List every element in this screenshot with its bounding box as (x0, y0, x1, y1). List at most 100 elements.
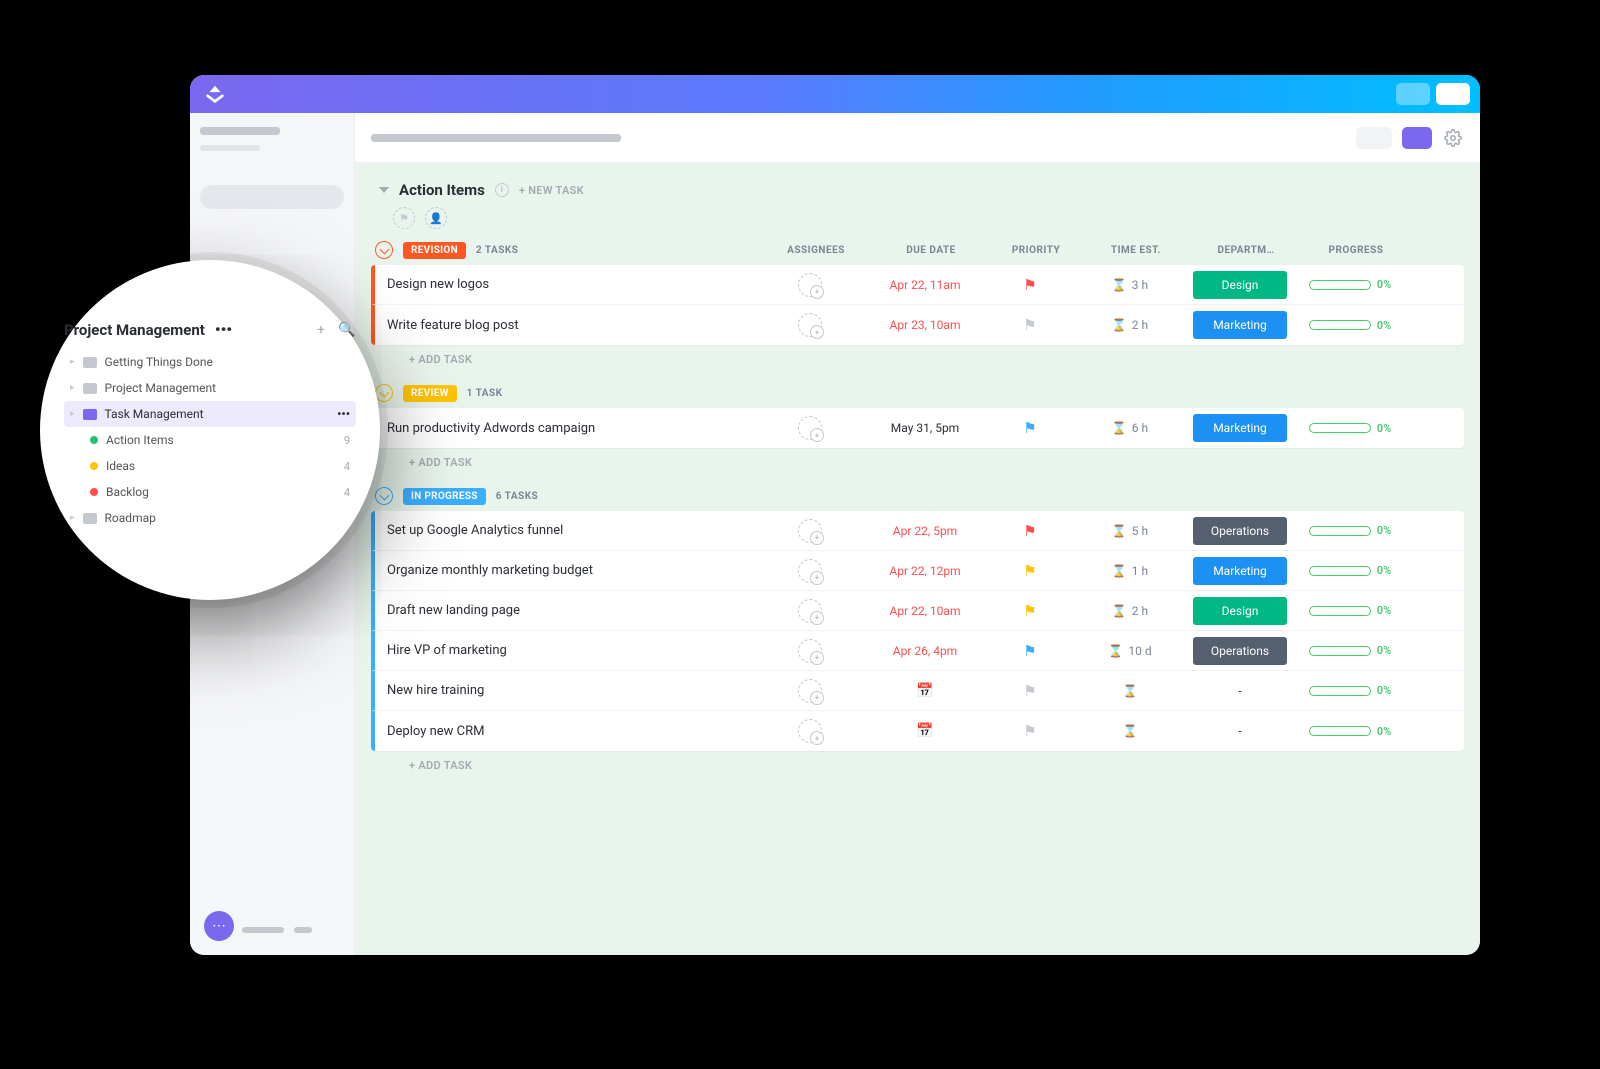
task-row[interactable]: Draft new landing pageApr 22, 10am⚑⌛2 hD… (371, 591, 1464, 631)
due-date[interactable]: 📅 (865, 683, 985, 699)
progress-pill[interactable]: 0% (1295, 524, 1405, 537)
list-item[interactable]: Backlog4 (64, 479, 356, 505)
priority-flag-icon[interactable]: ⚑ (985, 722, 1075, 740)
progress-pill[interactable]: 0% (1295, 725, 1405, 738)
assignee-add-icon[interactable] (798, 313, 822, 337)
status-chip[interactable]: REVIEW (403, 385, 457, 402)
progress-pill[interactable]: 0% (1295, 684, 1405, 697)
department-badge[interactable]: Marketing (1185, 557, 1295, 585)
group-toggle-icon[interactable] (375, 487, 393, 505)
flag-placeholder-icon[interactable]: ⚑ (393, 207, 415, 229)
priority-flag-icon[interactable]: ⚑ (985, 642, 1075, 660)
status-chip[interactable]: REVISION (403, 242, 466, 259)
due-date[interactable]: Apr 26, 4pm (865, 644, 985, 658)
department-badge[interactable]: - (1185, 717, 1295, 745)
time-estimate[interactable]: ⌛6 h (1075, 421, 1185, 435)
assignee-add-icon[interactable] (798, 599, 822, 623)
priority-flag-icon[interactable]: ⚑ (985, 602, 1075, 620)
time-estimate[interactable]: ⌛1 h (1075, 564, 1185, 578)
assignee-placeholder-icon[interactable]: 👤 (425, 207, 447, 229)
assignee-add-icon[interactable] (798, 273, 822, 297)
window-button[interactable] (1436, 83, 1470, 105)
toolbar-primary-button[interactable] (1402, 127, 1432, 149)
time-estimate[interactable]: ⌛5 h (1075, 524, 1185, 538)
progress-pill[interactable]: 0% (1295, 564, 1405, 577)
assignee-add-icon[interactable] (798, 639, 822, 663)
priority-flag-icon[interactable]: ⚑ (985, 682, 1075, 700)
task-name: Organize monthly marketing budget (375, 563, 755, 578)
due-date[interactable]: May 31, 5pm (865, 421, 985, 435)
priority-flag-icon[interactable]: ⚑ (985, 419, 1075, 437)
assignee-add-icon[interactable] (798, 559, 822, 583)
group-toggle-icon[interactable] (375, 241, 393, 259)
gear-icon[interactable] (1442, 127, 1464, 149)
priority-flag-icon[interactable]: ⚑ (985, 316, 1075, 334)
department-badge[interactable]: Design (1185, 597, 1295, 625)
folder-item[interactable]: ▸Task Management••• (64, 401, 356, 427)
task-row[interactable]: Write feature blog post Apr 23, 10am⚑⌛2 h… (371, 305, 1464, 345)
status-chip[interactable]: IN PROGRESS (403, 488, 486, 505)
assignee-add-icon[interactable] (798, 719, 822, 743)
task-row[interactable]: Hire VP of marketingApr 26, 4pm⚑⌛10 dOpe… (371, 631, 1464, 671)
toolbar-button[interactable] (1356, 127, 1392, 149)
list-item[interactable]: Ideas4 (64, 453, 356, 479)
add-task-button[interactable]: + ADD TASK (371, 751, 1464, 772)
task-board: Action Items i + NEW TASK ⚑ 👤 REVISION2 … (355, 163, 1480, 955)
time-estimate[interactable]: ⌛ (1075, 684, 1185, 698)
time-estimate[interactable]: ⌛2 h (1075, 604, 1185, 618)
window-controls[interactable] (1396, 83, 1470, 105)
department-badge[interactable]: Operations (1185, 517, 1295, 545)
progress-pill[interactable]: 0% (1295, 644, 1405, 657)
department-badge[interactable]: Marketing (1185, 311, 1295, 339)
assignee-add-icon[interactable] (798, 416, 822, 440)
folder-item[interactable]: ▸Roadmap (64, 505, 356, 531)
add-icon[interactable]: + (312, 322, 330, 338)
chat-fab-icon[interactable] (204, 911, 234, 941)
task-name: Write feature blog post (375, 318, 755, 333)
due-date[interactable]: Apr 22, 12pm (865, 564, 985, 578)
time-estimate[interactable]: ⌛ (1075, 724, 1185, 738)
folder-item[interactable]: ▸Getting Things Done (64, 349, 356, 375)
priority-flag-icon[interactable]: ⚑ (985, 562, 1075, 580)
progress-pill[interactable]: 0% (1295, 604, 1405, 617)
due-date[interactable]: Apr 23, 10am (865, 318, 985, 332)
search-icon[interactable]: 🔍 (338, 322, 356, 338)
progress-pill[interactable]: 0% (1295, 319, 1405, 332)
department-badge[interactable]: Design (1185, 271, 1295, 299)
due-date[interactable]: Apr 22, 5pm (865, 524, 985, 538)
add-task-button[interactable]: + ADD TASK (371, 448, 1464, 469)
task-row[interactable]: Design new logosApr 22, 11am⚑⌛3 hDesign0… (371, 265, 1464, 305)
collapse-caret-icon[interactable] (379, 187, 389, 193)
priority-flag-icon[interactable]: ⚑ (985, 522, 1075, 540)
due-date[interactable]: Apr 22, 10am (865, 604, 985, 618)
priority-flag-icon[interactable]: ⚑ (985, 276, 1075, 294)
progress-pill[interactable]: 0% (1295, 278, 1405, 291)
info-icon[interactable]: i (495, 183, 509, 197)
task-row[interactable]: Deploy new CRM 📅⚑⌛-0% (371, 711, 1464, 751)
department-badge[interactable]: - (1185, 677, 1295, 705)
group-toggle-icon[interactable] (375, 384, 393, 402)
task-row[interactable]: Set up Google Analytics funnelApr 22, 5p… (371, 511, 1464, 551)
task-row[interactable]: Organize monthly marketing budget Apr 22,… (371, 551, 1464, 591)
due-date[interactable]: Apr 22, 11am (865, 278, 985, 292)
assignee-add-icon[interactable] (798, 679, 822, 703)
time-estimate[interactable]: ⌛3 h (1075, 278, 1185, 292)
new-task-button[interactable]: + NEW TASK (519, 184, 584, 197)
time-estimate[interactable]: ⌛2 h (1075, 318, 1185, 332)
time-estimate[interactable]: ⌛10 d (1075, 644, 1185, 658)
progress-pill[interactable]: 0% (1295, 422, 1405, 435)
task-row[interactable]: Run productivity Adwords campaignMay 31,… (371, 408, 1464, 448)
task-name: Deploy new CRM (375, 724, 755, 739)
assignee-add-icon[interactable] (798, 519, 822, 543)
list-item[interactable]: Action Items9 (64, 427, 356, 453)
add-task-button[interactable]: + ADD TASK (371, 345, 1464, 366)
task-row[interactable]: New hire training📅⚑⌛-0% (371, 671, 1464, 711)
more-icon[interactable]: ••• (337, 407, 350, 421)
more-icon[interactable]: ••• (213, 320, 234, 339)
due-date[interactable]: 📅 (865, 723, 985, 739)
window-button[interactable] (1396, 83, 1430, 105)
folder-item[interactable]: ▸Project Management (64, 375, 356, 401)
sidebar-search[interactable] (200, 185, 344, 209)
department-badge[interactable]: Marketing (1185, 414, 1295, 442)
department-badge[interactable]: Operations (1185, 637, 1295, 665)
